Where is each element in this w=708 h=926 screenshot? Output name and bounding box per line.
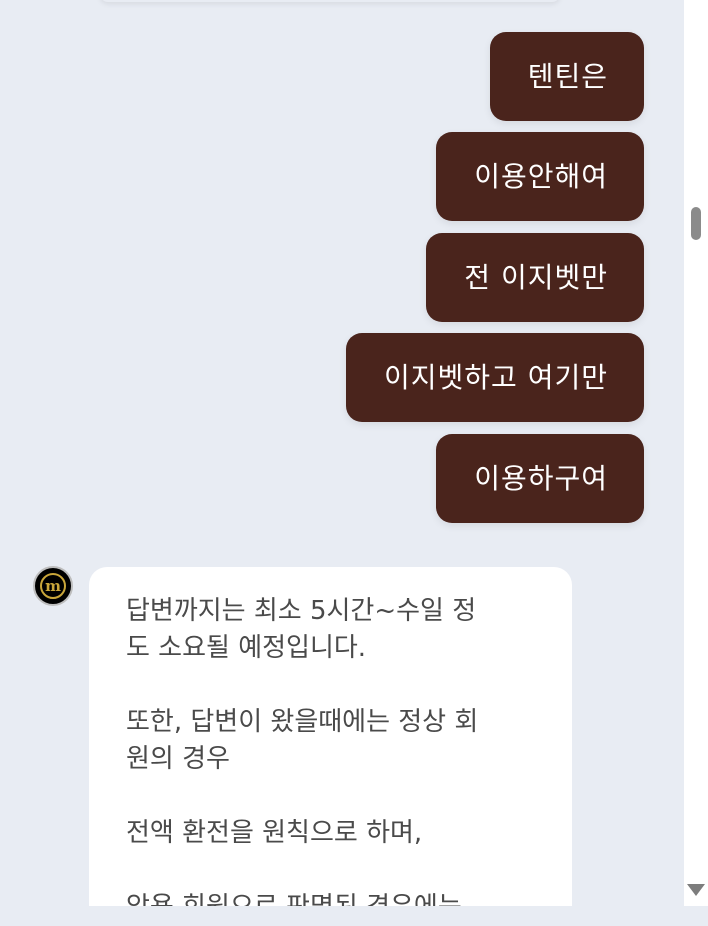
message-line-gap: [126, 778, 542, 815]
message-line: 악용 회원으로 판명된 경우에는: [126, 889, 542, 906]
message-line: 또한, 답변이 왔을때에는 정상 회: [126, 707, 479, 737]
scroll-down-arrow-icon[interactable]: [687, 884, 705, 896]
outgoing-message-bubble: 텐틴은: [489, 32, 644, 121]
bottom-edge: [0, 906, 708, 926]
chat-message-area: 텐틴은 이용안해여 전 이지벳만 이지벳하고 여기만 이용하구여 m 답변까지는…: [0, 0, 684, 906]
brand-logo-icon: m: [40, 573, 66, 599]
outgoing-message-bubble: 이용하구여: [436, 434, 644, 523]
vertical-scrollbar[interactable]: [684, 0, 708, 906]
previous-message-edge: [100, 0, 560, 2]
outgoing-message-bubble: 이지벳하고 여기만: [346, 333, 644, 422]
agent-avatar[interactable]: m: [33, 566, 73, 606]
incoming-message-bubble: 답변까지는 최소 5시간~수일 정 도 소요될 예정입니다. 또한, 답변이 왔…: [89, 567, 572, 906]
scrollbar-thumb[interactable]: [691, 207, 701, 240]
outgoing-message-bubble: 전 이지벳만: [426, 233, 644, 322]
message-line-gap: [126, 667, 542, 704]
message-line: 도 소요될 예정입니다.: [126, 633, 367, 663]
message-line: 원의 경우: [126, 744, 230, 774]
outgoing-message-bubble: 이용안해여: [436, 132, 644, 221]
message-line: 답변까지는 최소 5시간~수일 정: [126, 596, 477, 626]
message-line: 전액 환전을 원칙으로 하며,: [126, 818, 423, 848]
message-line-gap: [126, 852, 542, 889]
